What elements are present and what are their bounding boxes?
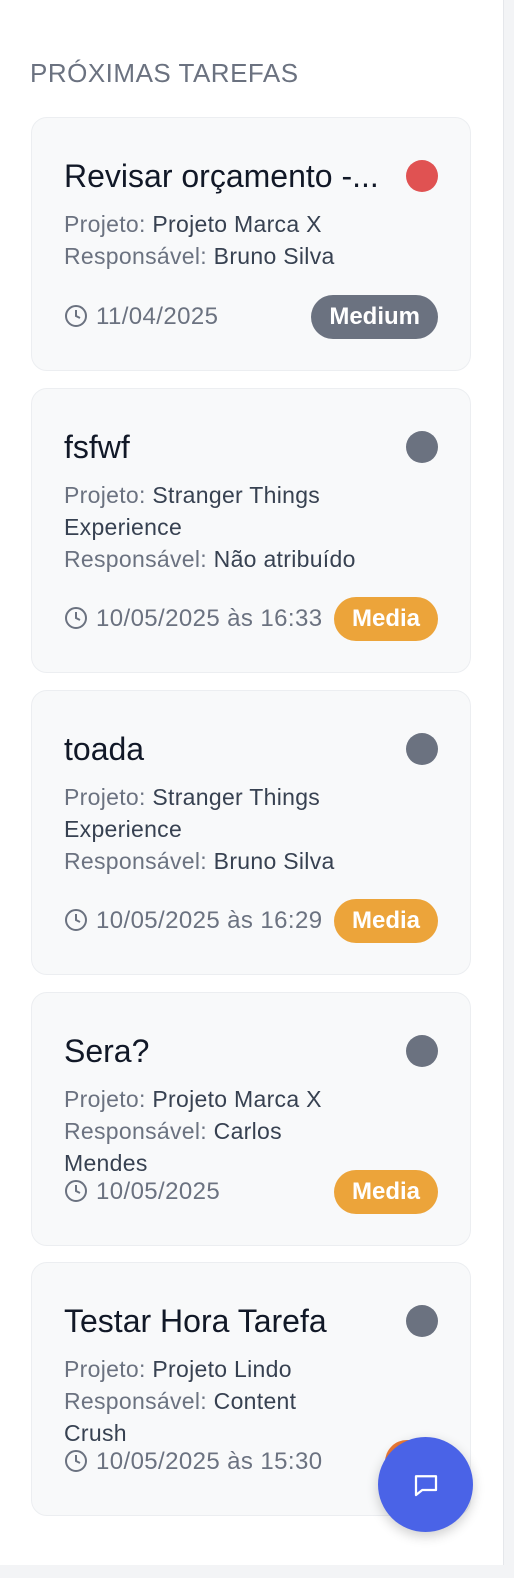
task-meta: Projeto: Stranger Things Experience Resp…: [64, 479, 364, 575]
task-date: 10/05/2025 às 15:30: [64, 1440, 322, 1484]
assignee-label: Responsável:: [64, 243, 207, 269]
task-footer: 11/04/2025 Medium: [64, 295, 438, 339]
task-title: Revisar orçamento -...: [64, 158, 379, 194]
task-status-dot: [406, 431, 438, 463]
task-status-dot: [406, 733, 438, 765]
chat-button[interactable]: [378, 1437, 473, 1532]
task-assignee: Não atribuído: [213, 546, 356, 572]
task-date-text: 10/05/2025: [96, 1178, 221, 1205]
task-title: toada: [64, 731, 145, 767]
priority-badge: Media: [333, 1170, 438, 1214]
clock-icon: [65, 1180, 87, 1202]
task-assignee: Bruno Silva: [213, 243, 335, 269]
task-card[interactable]: Sera? Projeto: Projeto Marca X Responsáv…: [31, 992, 471, 1246]
task-project: Projeto Lindo: [152, 1356, 292, 1382]
task-date-text: 11/04/2025: [96, 303, 219, 330]
task-date: 11/04/2025: [64, 295, 218, 339]
task-project: Projeto Marca X: [152, 211, 322, 237]
priority-badge: Media: [333, 899, 438, 943]
clock-icon: [65, 305, 87, 327]
project-label: Projeto:: [64, 1356, 146, 1382]
task-footer: 10/05/2025 às 16:33 Media: [64, 597, 438, 641]
task-project: Projeto Marca X: [152, 1086, 322, 1112]
chat-bubble-icon: [414, 1474, 437, 1496]
task-title: Testar Hora Tarefa: [64, 1303, 327, 1339]
assignee-label: Responsável:: [64, 1388, 207, 1414]
task-status-dot: [406, 1035, 438, 1067]
clock-icon: [65, 1450, 87, 1472]
task-status-dot: [406, 160, 438, 192]
task-date-text: 10/05/2025 às 16:33: [96, 605, 323, 632]
task-meta: Projeto: Projeto Marca X Responsável: Br…: [64, 208, 364, 272]
task-date: 10/05/2025 às 16:33: [64, 597, 322, 641]
project-label: Projeto:: [64, 784, 146, 810]
task-date-text: 10/05/2025 às 16:29: [96, 907, 323, 934]
task-card[interactable]: fsfwf Projeto: Stranger Things Experienc…: [31, 388, 471, 673]
task-card[interactable]: toada Projeto: Stranger Things Experienc…: [31, 690, 471, 975]
task-meta: Projeto: Projeto Lindo Responsável: Cont…: [64, 1353, 364, 1449]
project-label: Projeto:: [64, 211, 146, 237]
task-title: Sera?: [64, 1033, 150, 1069]
priority-badge: Media: [333, 597, 438, 641]
assignee-label: Responsável:: [64, 546, 207, 572]
task-status-dot: [406, 1305, 438, 1337]
task-footer: 10/05/2025 Media: [64, 1170, 438, 1214]
project-label: Projeto:: [64, 482, 146, 508]
task-title: fsfwf: [64, 429, 130, 465]
task-date-text: 10/05/2025 às 15:30: [96, 1448, 323, 1475]
clock-icon: [65, 909, 87, 931]
section-title: PRÓXIMAS TAREFAS: [30, 58, 299, 88]
task-date: 10/05/2025: [64, 1170, 220, 1214]
task-assignee: Bruno Silva: [213, 848, 335, 874]
tasks-panel: PRÓXIMAS TAREFAS Revisar orçamento -... …: [0, 0, 504, 1565]
task-meta: Projeto: Projeto Marca X Responsável: Ca…: [64, 1083, 364, 1179]
project-label: Projeto:: [64, 1086, 146, 1112]
priority-badge: Medium: [311, 295, 438, 339]
task-date: 10/05/2025 às 16:29: [64, 899, 322, 943]
assignee-label: Responsável:: [64, 848, 207, 874]
task-meta: Projeto: Stranger Things Experience Resp…: [64, 781, 364, 877]
assignee-label: Responsável:: [64, 1118, 207, 1144]
task-card[interactable]: Revisar orçamento -... Projeto: Projeto …: [31, 117, 471, 371]
task-footer: 10/05/2025 às 16:29 Media: [64, 899, 438, 943]
clock-icon: [65, 607, 87, 629]
